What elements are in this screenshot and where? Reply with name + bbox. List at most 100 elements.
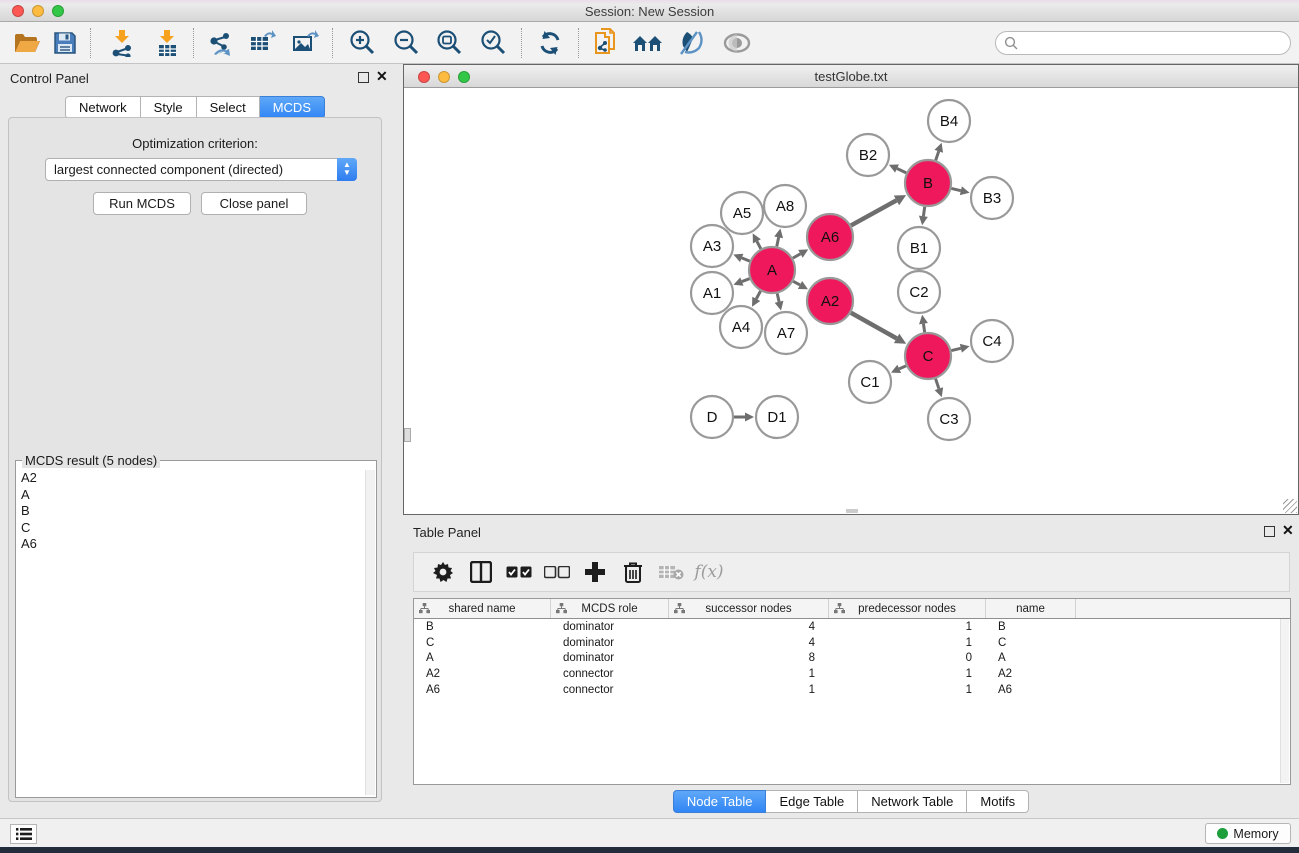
column-header-MCDS-role[interactable]: MCDS role xyxy=(551,599,669,618)
mcds-result-list[interactable]: A2ABCA6 xyxy=(18,470,364,795)
graph-node-D[interactable]: D xyxy=(691,396,733,438)
table-cell[interactable]: A xyxy=(414,652,551,664)
network-graph[interactable]: B4B2BB3A5A8A6B1A3AA1C2A2A4A7C4CC1C3DD1 xyxy=(404,88,1298,514)
tab-network-table[interactable]: Network Table xyxy=(858,790,967,813)
float-panel-icon[interactable] xyxy=(358,72,369,83)
delete-column-button[interactable] xyxy=(614,554,652,590)
graph-node-A5[interactable]: A5 xyxy=(721,192,763,234)
graph-node-C[interactable]: C xyxy=(905,333,951,379)
table-cell[interactable]: 1 xyxy=(669,684,829,696)
mcds-result-item[interactable]: A xyxy=(21,487,364,504)
table-cell[interactable]: 1 xyxy=(669,668,829,680)
delete-table-button[interactable] xyxy=(652,554,690,590)
graph-node-C4[interactable]: C4 xyxy=(971,320,1013,362)
table-settings-button[interactable] xyxy=(424,554,462,590)
search-field[interactable] xyxy=(995,31,1291,55)
select-all-button[interactable] xyxy=(500,554,538,590)
graph-node-A[interactable]: A xyxy=(749,247,795,293)
table-cell[interactable]: A6 xyxy=(986,684,1076,696)
split-view-button[interactable] xyxy=(462,554,500,590)
mcds-result-item[interactable]: B xyxy=(21,503,364,520)
graph-edge[interactable] xyxy=(936,379,939,389)
table-row[interactable]: A2connector11A2 xyxy=(414,666,1290,682)
graph-edge[interactable] xyxy=(951,188,960,190)
zoom-out-button[interactable] xyxy=(387,25,425,61)
graph-edge[interactable] xyxy=(777,293,779,301)
close-panel-button[interactable]: Close panel xyxy=(201,192,307,215)
table-cell[interactable]: B xyxy=(986,621,1076,633)
zoom-fit-button[interactable] xyxy=(430,25,468,61)
table-cell[interactable]: 4 xyxy=(669,637,829,649)
column-header-name[interactable]: name xyxy=(986,599,1076,618)
table-cell[interactable]: 1 xyxy=(829,621,986,633)
graph-node-B3[interactable]: B3 xyxy=(971,177,1013,219)
task-history-button[interactable] xyxy=(10,824,37,844)
column-header-successor-nodes[interactable]: successor nodes xyxy=(669,599,829,618)
float-table-panel-icon[interactable] xyxy=(1264,526,1275,537)
table-cell[interactable]: 1 xyxy=(829,637,986,649)
table-cell[interactable]: 0 xyxy=(829,652,986,664)
table-cell[interactable]: A2 xyxy=(986,668,1076,680)
graph-node-B1[interactable]: B1 xyxy=(898,227,940,269)
refresh-button[interactable] xyxy=(531,25,569,61)
memory-button[interactable]: Memory xyxy=(1205,823,1291,844)
graph-node-B[interactable]: B xyxy=(905,160,951,206)
graph-edge[interactable] xyxy=(923,207,924,217)
table-cell[interactable]: 4 xyxy=(669,621,829,633)
open-session-button[interactable] xyxy=(8,25,46,61)
import-network-button[interactable] xyxy=(103,25,141,61)
tab-network[interactable]: Network xyxy=(65,96,141,119)
graph-edge[interactable] xyxy=(951,348,960,350)
graph-node-A8[interactable]: A8 xyxy=(764,185,806,227)
export-network-button[interactable] xyxy=(201,25,239,61)
annotations-button[interactable] xyxy=(672,25,710,61)
first-neighbors-button[interactable] xyxy=(629,25,667,61)
graph-edge[interactable] xyxy=(742,279,750,282)
search-input[interactable] xyxy=(1018,33,1290,53)
graph-edge[interactable] xyxy=(793,281,800,285)
criterion-dropdown[interactable]: largest connected component (directed) ▲… xyxy=(45,158,357,181)
tab-style[interactable]: Style xyxy=(141,96,197,119)
graph-node-D1[interactable]: D1 xyxy=(756,396,798,438)
export-table-button[interactable] xyxy=(243,25,281,61)
import-table-button[interactable] xyxy=(148,25,186,61)
graph-edge[interactable] xyxy=(851,313,897,339)
table-cell[interactable]: 1 xyxy=(829,668,986,680)
tab-mcds[interactable]: MCDS xyxy=(260,96,325,119)
clear-selection-button[interactable] xyxy=(538,554,576,590)
graph-node-B2[interactable]: B2 xyxy=(847,134,889,176)
table-cell[interactable]: connector xyxy=(551,668,669,680)
graph-edge[interactable] xyxy=(936,151,939,160)
save-session-button[interactable] xyxy=(46,25,84,61)
graph-edge[interactable] xyxy=(899,366,906,369)
canvas-left-grip[interactable] xyxy=(404,428,411,442)
tab-node-table[interactable]: Node Table xyxy=(673,790,767,813)
graph-node-C3[interactable]: C3 xyxy=(928,398,970,440)
table-cell[interactable]: A6 xyxy=(414,684,551,696)
table-cell[interactable]: dominator xyxy=(551,652,669,664)
graph-node-A1[interactable]: A1 xyxy=(691,272,733,314)
show-hide-panels-button[interactable] xyxy=(718,25,756,61)
graph-node-A4[interactable]: A4 xyxy=(720,306,762,348)
graph-edge[interactable] xyxy=(777,237,779,246)
table-row[interactable]: A6connector11A6 xyxy=(414,682,1290,698)
graph-node-A6[interactable]: A6 xyxy=(807,214,853,260)
tab-select[interactable]: Select xyxy=(197,96,260,119)
graph-node-A3[interactable]: A3 xyxy=(691,225,733,267)
graph-node-A7[interactable]: A7 xyxy=(765,312,807,354)
table-cell[interactable]: A2 xyxy=(414,668,551,680)
mcds-result-scrollbar[interactable] xyxy=(365,470,375,795)
graph-node-A2[interactable]: A2 xyxy=(807,278,853,324)
table-cell[interactable]: dominator xyxy=(551,621,669,633)
graph-node-C2[interactable]: C2 xyxy=(898,271,940,313)
table-cell[interactable]: B xyxy=(414,621,551,633)
column-header-predecessor-nodes[interactable]: predecessor nodes xyxy=(829,599,986,618)
table-cell[interactable]: connector xyxy=(551,684,669,696)
column-header-shared-name[interactable]: shared name xyxy=(414,599,551,618)
close-panel-icon[interactable]: ✕ xyxy=(376,68,388,85)
mcds-result-item[interactable]: C xyxy=(21,520,364,537)
table-cell[interactable]: 1 xyxy=(829,684,986,696)
clone-network-button[interactable] xyxy=(587,25,625,61)
graph-edge[interactable] xyxy=(793,254,801,258)
graph-edge[interactable] xyxy=(757,241,761,248)
